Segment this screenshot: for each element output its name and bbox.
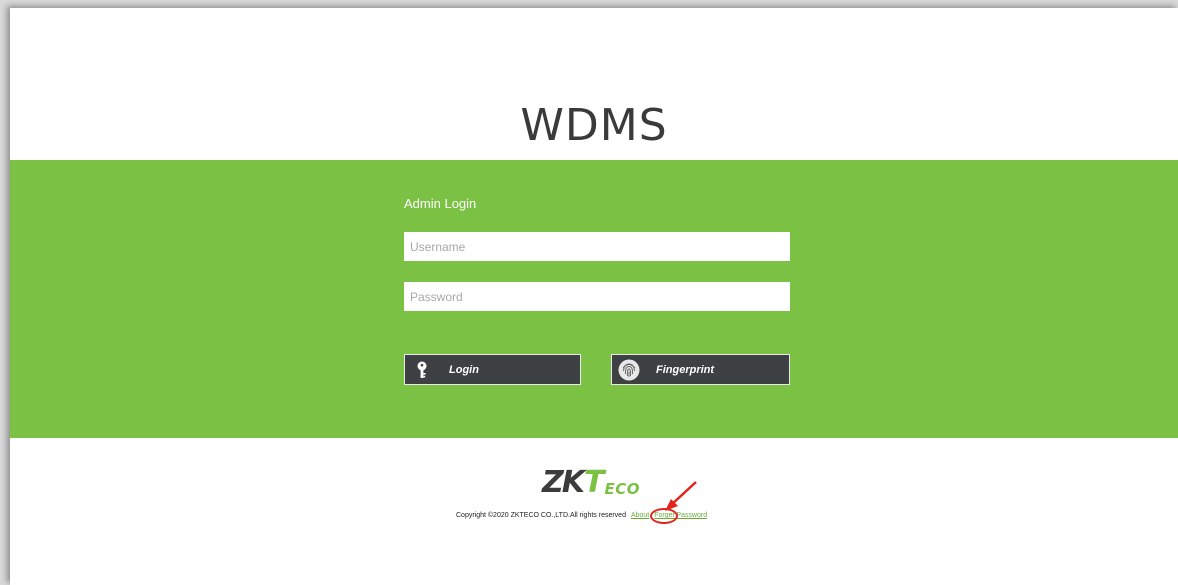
logo-t: T — [584, 465, 605, 500]
login-label: Login — [449, 363, 479, 376]
logo-zk: ZK — [542, 465, 585, 500]
fingerprint-button[interactable]: Fingerprint — [611, 354, 790, 385]
login-form: Admin Login Login — [404, 160, 790, 438]
about-link[interactable]: About — [631, 512, 649, 519]
form-title: Admin Login — [404, 196, 477, 211]
fingerprint-icon — [616, 359, 642, 381]
annotation-arrow-icon — [665, 481, 697, 511]
copyright-text: Copyright ©2020 ZKTECO CO.,LTD.All right… — [456, 512, 626, 519]
zkteco-logo: ZK T ECO — [542, 465, 640, 500]
password-input[interactable] — [404, 282, 790, 311]
login-page: WDMS Admin Login Login — [10, 8, 1178, 585]
app-title: WDMS — [520, 100, 668, 151]
fingerprint-label: Fingerprint — [656, 363, 715, 376]
login-button[interactable]: Login — [404, 354, 581, 385]
login-band: Admin Login Login — [10, 160, 1178, 438]
username-input[interactable] — [404, 232, 790, 261]
header-area: WDMS — [10, 8, 1178, 160]
logo-eco: ECO — [604, 480, 640, 498]
key-icon — [409, 361, 435, 379]
footer: ZK T ECO Copyright ©2020 ZKTECO CO.,LTD.… — [10, 438, 1178, 585]
